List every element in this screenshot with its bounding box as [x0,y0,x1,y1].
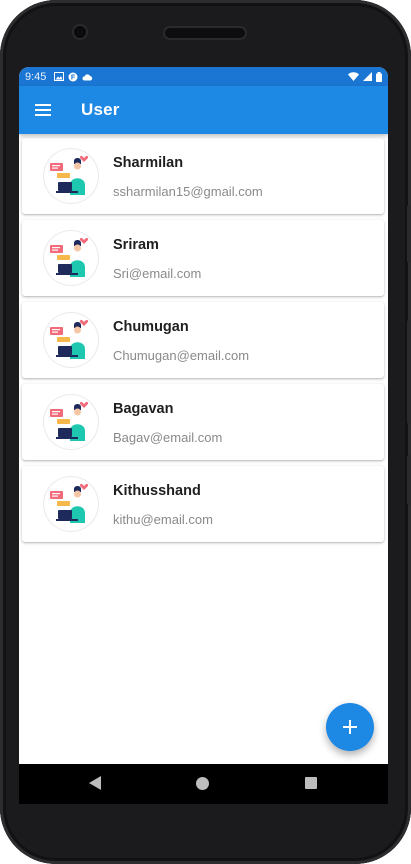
avatar [44,395,98,449]
status-notification-icons: F [54,72,93,82]
avatar-illustration-icon [50,319,89,359]
avatar-illustration-icon [50,155,89,195]
user-name: Sriram [113,237,159,253]
battery-icon [376,71,382,82]
user-email: Bagav@email.com [113,430,223,445]
app-bar: User [19,86,388,134]
add-user-button[interactable] [326,703,374,751]
system-navigation-bar [19,764,388,804]
user-card[interactable]: Bagavan Bagav@email.com [22,384,384,460]
avatar-illustration-icon [50,401,89,441]
user-card[interactable]: Sharmilan ssharmilan15@gmail.com [22,138,384,214]
avatar-illustration-icon [50,237,89,277]
status-time: 9:45 [25,70,47,83]
avatar [44,149,98,203]
user-name: Kithusshand [113,483,201,499]
avatar [44,477,98,531]
signal-icon [363,72,372,81]
user-email: Sri@email.com [113,266,202,281]
phone-side-button [407,205,411,263]
page-title: User [81,100,120,119]
avatar [44,231,98,285]
earpiece-speaker [165,28,245,38]
back-icon[interactable] [89,776,101,790]
user-email: Chumugan@email.com [113,348,250,363]
image-notification-icon [54,72,65,81]
user-card[interactable]: Chumugan Chumugan@email.com [22,302,384,378]
recents-icon[interactable] [305,777,317,789]
add-icon [343,720,357,734]
user-name: Bagavan [113,401,174,417]
menu-icon[interactable] [35,104,51,116]
status-system-icons [348,71,382,82]
phone-side-button [407,320,411,424]
user-email: kithu@email.com [113,512,213,527]
user-name: Chumugan [113,319,189,335]
avatar [44,313,98,367]
front-camera [74,26,86,38]
home-icon[interactable] [196,777,209,790]
status-bar: 9:45 F [19,67,388,86]
user-name: Sharmilan [113,155,184,171]
svg-text:F: F [71,74,76,81]
app-notification-icon: F [68,72,78,81]
wifi-icon [348,72,359,81]
cloud-icon [82,73,93,80]
screen: 9:45 F User Sharmilan ssharmilan15@gmail… [19,67,388,764]
phone-side-button [407,455,411,505]
user-card[interactable]: Sriram Sri@email.com [22,220,384,296]
avatar-illustration-icon [50,483,89,523]
user-email: ssharmilan15@gmail.com [113,184,263,199]
phone-frame: 9:45 F User Sharmilan ssharmilan15@gmail… [0,0,411,864]
user-card[interactable]: Kithusshand kithu@email.com [22,466,384,542]
